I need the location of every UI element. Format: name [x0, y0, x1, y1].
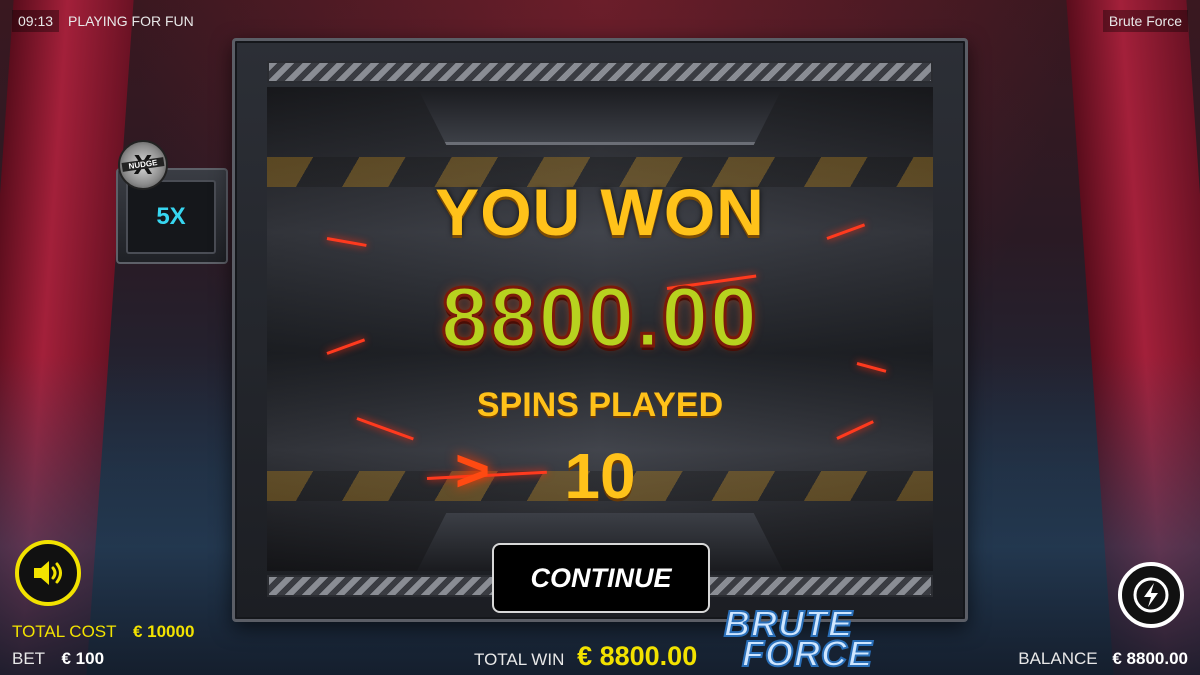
game-title: Brute Force: [1102, 10, 1188, 32]
top-bar: 09:13 PLAYING FOR FUN Brute Force: [0, 0, 1200, 40]
top-hazard-stripe: [267, 61, 933, 83]
total-win-label: TOTAL WIN: [474, 650, 565, 669]
brute-force-logo: BRUTE FORCE: [723, 603, 873, 674]
play-mode-label: PLAYING FOR FUN: [68, 13, 194, 29]
spins-played-label: SPINS PLAYED: [476, 386, 724, 424]
total-win-value: € 8800.00: [577, 641, 698, 671]
nudge-multiplier-value: 5X: [126, 180, 216, 254]
bet-group: BET € 100: [12, 649, 104, 669]
continue-button[interactable]: CONTINUE: [492, 543, 710, 613]
you-won-heading: YOU WON: [435, 175, 765, 249]
total-cost-value: € 10000: [132, 622, 195, 641]
lightning-icon: [1133, 577, 1169, 613]
balance-label: BALANCE: [1018, 649, 1098, 668]
win-popup: > YOU WON 8800.00 SPINS PLAYED 10: [232, 38, 968, 622]
total-cost-label: TOTAL COST: [12, 622, 117, 641]
win-amount: 8800.00: [440, 269, 759, 366]
sound-button[interactable]: [15, 540, 81, 606]
balance-value: € 8800.00: [1112, 649, 1188, 668]
speaker-icon: [34, 561, 62, 585]
total-win-group: TOTAL WIN € 8800.00: [474, 641, 697, 672]
turbo-spin-button[interactable]: [1118, 562, 1184, 628]
total-cost-group: TOTAL COST € 10000: [12, 622, 194, 642]
bet-value: € 100: [61, 649, 105, 668]
top-metal-plate: [417, 87, 783, 145]
xnudge-badge-icon: X NUDGE: [118, 140, 168, 190]
spins-played-value: 10: [564, 440, 636, 512]
balance-group: BALANCE € 8800.00: [1018, 649, 1188, 669]
bet-label: BET: [12, 649, 45, 668]
clock: 09:13: [12, 10, 60, 32]
